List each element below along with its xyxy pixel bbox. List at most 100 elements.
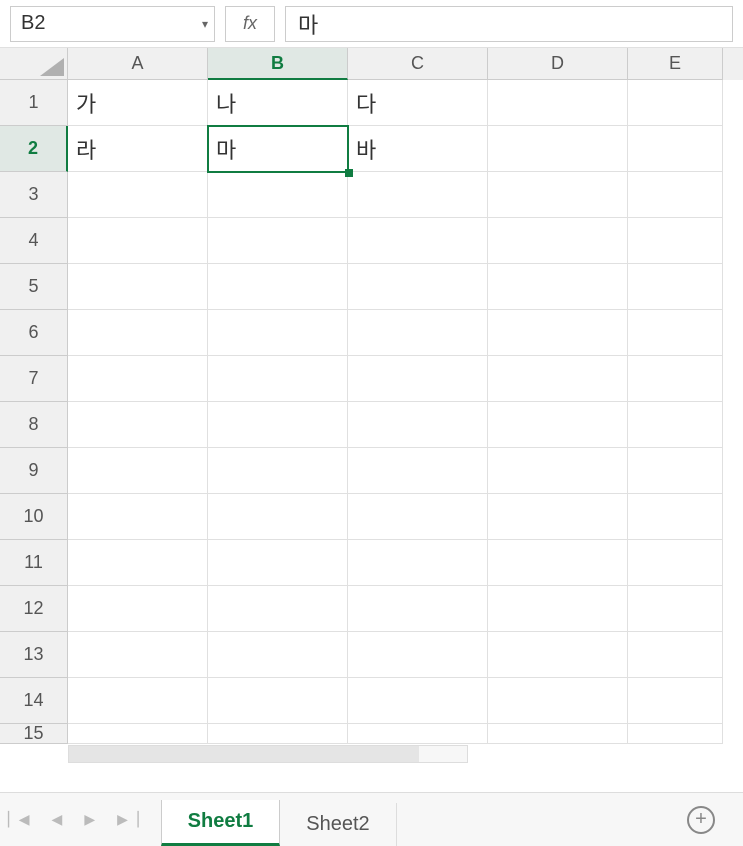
horizontal-scrollbar[interactable] <box>68 745 468 763</box>
sheet-tab-1[interactable]: Sheet1 <box>161 800 281 846</box>
cell-E15[interactable] <box>628 724 723 744</box>
cell-A12[interactable] <box>68 586 208 632</box>
row-header-15[interactable]: 15 <box>0 724 68 744</box>
cell-A15[interactable] <box>68 724 208 744</box>
cell-C3[interactable] <box>348 172 488 218</box>
cell-C13[interactable] <box>348 632 488 678</box>
row-header-8[interactable]: 8 <box>0 402 68 448</box>
col-header-A[interactable]: A <box>68 48 208 80</box>
col-header-B[interactable]: B <box>208 48 348 80</box>
cell-C7[interactable] <box>348 356 488 402</box>
row-header-1[interactable]: 1 <box>0 80 68 126</box>
cell-B1[interactable]: 나 <box>208 80 348 126</box>
cell-B8[interactable] <box>208 402 348 448</box>
cell-E7[interactable] <box>628 356 723 402</box>
row-header-4[interactable]: 4 <box>0 218 68 264</box>
cell-E11[interactable] <box>628 540 723 586</box>
last-sheet-icon[interactable]: ▶▕ <box>117 811 139 828</box>
cell-B3[interactable] <box>208 172 348 218</box>
cell-C15[interactable] <box>348 724 488 744</box>
row-header-12[interactable]: 12 <box>0 586 68 632</box>
col-header-E[interactable]: E <box>628 48 723 80</box>
cell-A10[interactable] <box>68 494 208 540</box>
cell-A3[interactable] <box>68 172 208 218</box>
prev-sheet-icon[interactable]: ◀ <box>52 811 63 828</box>
cell-C9[interactable] <box>348 448 488 494</box>
cell-B4[interactable] <box>208 218 348 264</box>
fx-button[interactable]: fx <box>225 6 275 42</box>
cell-D8[interactable] <box>488 402 628 448</box>
chevron-down-icon[interactable]: ▾ <box>202 17 208 31</box>
cell-E8[interactable] <box>628 402 723 448</box>
cell-A5[interactable] <box>68 264 208 310</box>
cell-A14[interactable] <box>68 678 208 724</box>
cell-D15[interactable] <box>488 724 628 744</box>
cell-C14[interactable] <box>348 678 488 724</box>
fill-handle[interactable] <box>345 169 353 177</box>
cell-C5[interactable] <box>348 264 488 310</box>
cell-D3[interactable] <box>488 172 628 218</box>
row-header-11[interactable]: 11 <box>0 540 68 586</box>
cell-B13[interactable] <box>208 632 348 678</box>
cell-C12[interactable] <box>348 586 488 632</box>
cell-A6[interactable] <box>68 310 208 356</box>
cell-D10[interactable] <box>488 494 628 540</box>
cell-E12[interactable] <box>628 586 723 632</box>
cell-E3[interactable] <box>628 172 723 218</box>
cell-E6[interactable] <box>628 310 723 356</box>
cell-D14[interactable] <box>488 678 628 724</box>
row-header-3[interactable]: 3 <box>0 172 68 218</box>
col-header-C[interactable]: C <box>348 48 488 80</box>
cell-C10[interactable] <box>348 494 488 540</box>
cell-D9[interactable] <box>488 448 628 494</box>
sheet-tab-2[interactable]: Sheet2 <box>280 803 396 846</box>
cell-C6[interactable] <box>348 310 488 356</box>
cell-D5[interactable] <box>488 264 628 310</box>
row-header-6[interactable]: 6 <box>0 310 68 356</box>
cell-B7[interactable] <box>208 356 348 402</box>
cell-D7[interactable] <box>488 356 628 402</box>
select-all-corner[interactable] <box>0 48 68 80</box>
cell-B11[interactable] <box>208 540 348 586</box>
row-header-13[interactable]: 13 <box>0 632 68 678</box>
cell-D11[interactable] <box>488 540 628 586</box>
row-header-7[interactable]: 7 <box>0 356 68 402</box>
cell-C4[interactable] <box>348 218 488 264</box>
cell-D1[interactable] <box>488 80 628 126</box>
cell-B12[interactable] <box>208 586 348 632</box>
cell-D4[interactable] <box>488 218 628 264</box>
cell-A8[interactable] <box>68 402 208 448</box>
cell-B15[interactable] <box>208 724 348 744</box>
cell-A2[interactable]: 라 <box>68 126 208 172</box>
cell-A9[interactable] <box>68 448 208 494</box>
row-header-14[interactable]: 14 <box>0 678 68 724</box>
cell-E14[interactable] <box>628 678 723 724</box>
cell-B5[interactable] <box>208 264 348 310</box>
row-header-9[interactable]: 9 <box>0 448 68 494</box>
row-header-2[interactable]: 2 <box>0 126 68 172</box>
cell-D13[interactable] <box>488 632 628 678</box>
row-header-5[interactable]: 5 <box>0 264 68 310</box>
cell-B2[interactable]: 마 <box>208 126 348 172</box>
cell-E5[interactable] <box>628 264 723 310</box>
cell-D2[interactable] <box>488 126 628 172</box>
cell-B10[interactable] <box>208 494 348 540</box>
col-header-D[interactable]: D <box>488 48 628 80</box>
cell-E4[interactable] <box>628 218 723 264</box>
row-header-10[interactable]: 10 <box>0 494 68 540</box>
cell-B6[interactable] <box>208 310 348 356</box>
cell-D12[interactable] <box>488 586 628 632</box>
cell-B9[interactable] <box>208 448 348 494</box>
cell-C11[interactable] <box>348 540 488 586</box>
cell-A7[interactable] <box>68 356 208 402</box>
cell-A13[interactable] <box>68 632 208 678</box>
first-sheet-icon[interactable]: ▏◀ <box>8 811 30 828</box>
name-box[interactable]: B2 ▾ <box>10 6 215 42</box>
cell-E10[interactable] <box>628 494 723 540</box>
cell-E9[interactable] <box>628 448 723 494</box>
add-sheet-button[interactable]: + <box>687 806 715 834</box>
cell-C8[interactable] <box>348 402 488 448</box>
cell-E1[interactable] <box>628 80 723 126</box>
cell-A11[interactable] <box>68 540 208 586</box>
cell-D6[interactable] <box>488 310 628 356</box>
